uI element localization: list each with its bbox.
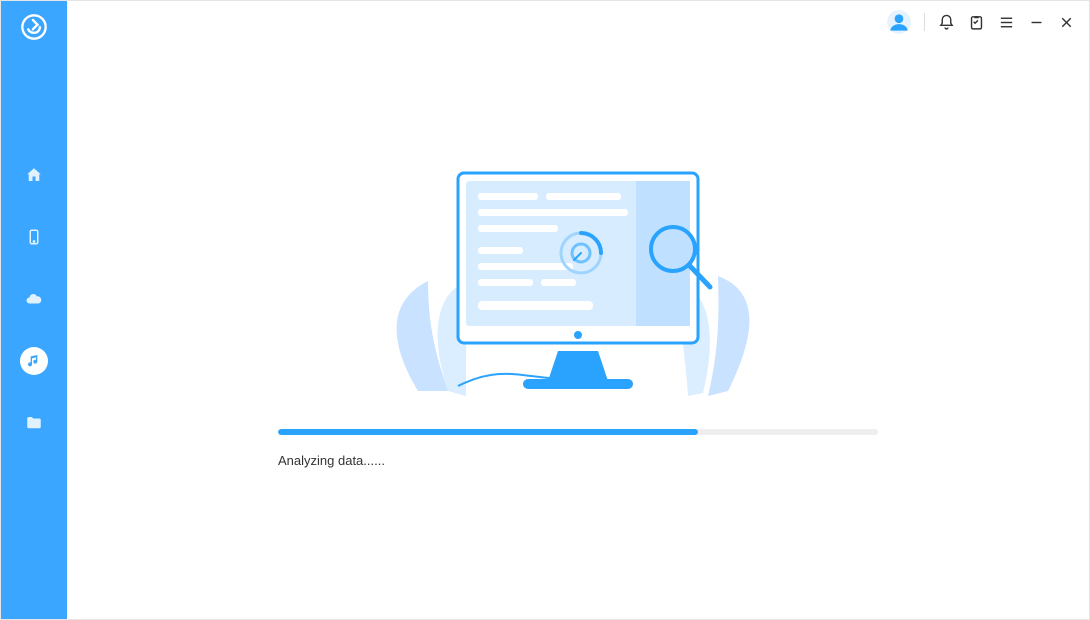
sidebar-item-folder[interactable] (20, 409, 48, 437)
notifications-icon[interactable] (937, 13, 955, 31)
sidebar-nav (20, 161, 48, 437)
window-header (886, 9, 1075, 35)
sidebar (1, 1, 67, 619)
clipboard-icon[interactable] (967, 13, 985, 31)
sidebar-item-cloud[interactable] (20, 285, 48, 313)
progress-fill (278, 429, 698, 435)
status-text: Analyzing data...... (278, 453, 878, 468)
account-icon[interactable] (886, 9, 912, 35)
progress-section: Analyzing data...... (278, 429, 878, 468)
app-logo-icon (20, 13, 48, 41)
close-button[interactable] (1057, 13, 1075, 31)
main-content: Analyzing data...... (67, 1, 1089, 619)
analyzing-illustration (358, 161, 798, 406)
sidebar-item-music[interactable] (20, 347, 48, 375)
progress-bar (278, 429, 878, 435)
header-divider (924, 13, 925, 31)
minimize-button[interactable] (1027, 13, 1045, 31)
menu-icon[interactable] (997, 13, 1015, 31)
app-window: Analyzing data...... (0, 0, 1090, 620)
sidebar-item-device[interactable] (20, 223, 48, 251)
sidebar-item-home[interactable] (20, 161, 48, 189)
